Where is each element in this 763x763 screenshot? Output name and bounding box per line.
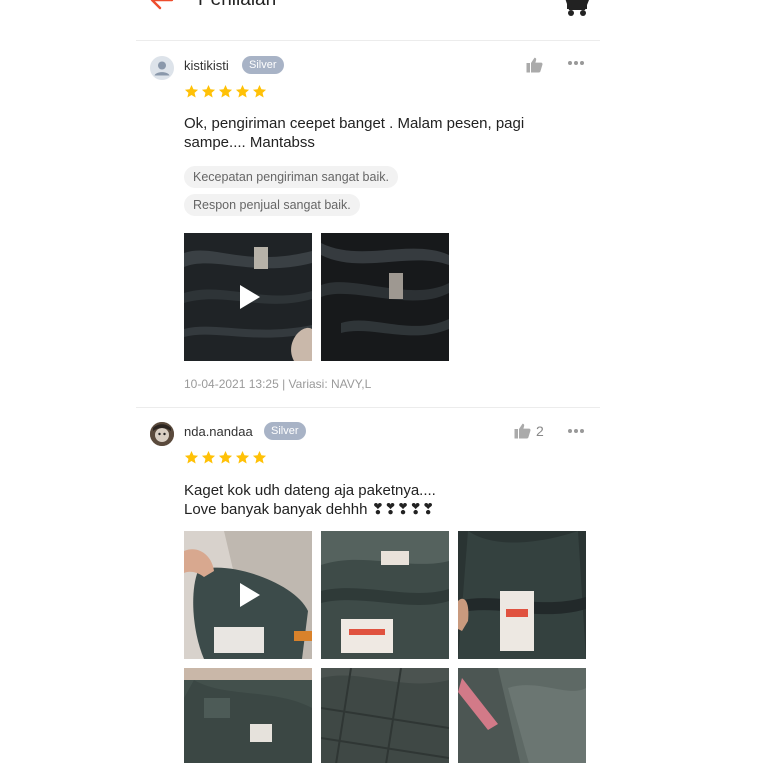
- review-photo[interactable]: [458, 531, 586, 659]
- star-icon: [184, 450, 199, 464]
- page-title: Penilaian: [198, 0, 276, 12]
- star-icon: [235, 450, 250, 464]
- review-meta: 10-04-2021 13:25 | Variasi: NAVY,L: [184, 377, 372, 391]
- avatar[interactable]: [150, 56, 174, 80]
- review-comment: Ok, pengiriman ceepet banget . Malam pes…: [184, 115, 525, 151]
- more-dots-icon[interactable]: [568, 61, 586, 67]
- thumbnail-image: [458, 531, 586, 659]
- review-tag: Respon penjual sangat baik.: [184, 194, 360, 216]
- star-icon: [218, 84, 233, 98]
- thumb-up-icon: [514, 423, 531, 439]
- review-card: kistikisti Silver Ok, pengiriman ceepet …: [136, 41, 600, 408]
- review-photo[interactable]: [321, 233, 449, 361]
- user-photo-avatar: [150, 422, 174, 446]
- like-button[interactable]: [526, 57, 548, 73]
- arrow-left-icon[interactable]: [148, 0, 176, 14]
- reviews-page: Penilaian kistikisti Silver: [136, 0, 600, 763]
- like-button[interactable]: 2: [514, 423, 544, 439]
- more-dots-icon[interactable]: [568, 429, 586, 435]
- review-photo[interactable]: [321, 531, 449, 659]
- star-icon: [235, 84, 250, 98]
- like-count: 2: [536, 423, 544, 439]
- review-card: nda.nandaa Silver 2 Kaget kok udh dateng…: [136, 408, 600, 763]
- reviewer-username[interactable]: nda.nandaa: [184, 424, 253, 440]
- member-badge: Silver: [264, 422, 306, 440]
- thumbnail-image: [458, 668, 586, 763]
- review-video-thumbnail[interactable]: [184, 531, 312, 659]
- rating-stars: [184, 450, 267, 465]
- review-tag: Kecepatan pengiriman sangat baik.: [184, 166, 398, 188]
- star-icon: [252, 450, 267, 464]
- avatar[interactable]: [150, 422, 174, 446]
- rating-stars: [184, 84, 267, 99]
- thumbnail-image: [321, 531, 449, 659]
- reviewer-username[interactable]: kistikisti: [184, 58, 229, 74]
- thumbnail-image: [184, 668, 312, 763]
- star-icon: [252, 84, 267, 98]
- header: Penilaian: [136, 0, 600, 41]
- star-icon: [201, 450, 216, 464]
- review-photo[interactable]: [321, 668, 449, 763]
- star-icon: [218, 450, 233, 464]
- member-badge: Silver: [242, 56, 284, 74]
- thumbnail-image: [321, 668, 449, 763]
- cart-icon[interactable]: [557, 0, 593, 16]
- default-avatar-icon: [150, 56, 174, 80]
- thumb-up-icon: [526, 57, 543, 73]
- star-icon: [184, 84, 199, 98]
- review-comment: Kaget kok udh dateng aja paketnya.... Lo…: [184, 482, 436, 518]
- review-photo[interactable]: [458, 668, 586, 763]
- play-icon[interactable]: [238, 581, 262, 609]
- thumbnail-image: [321, 233, 449, 361]
- review-photo[interactable]: [184, 668, 312, 763]
- review-video-thumbnail[interactable]: [184, 233, 312, 361]
- star-icon: [201, 84, 216, 98]
- play-icon[interactable]: [238, 283, 262, 311]
